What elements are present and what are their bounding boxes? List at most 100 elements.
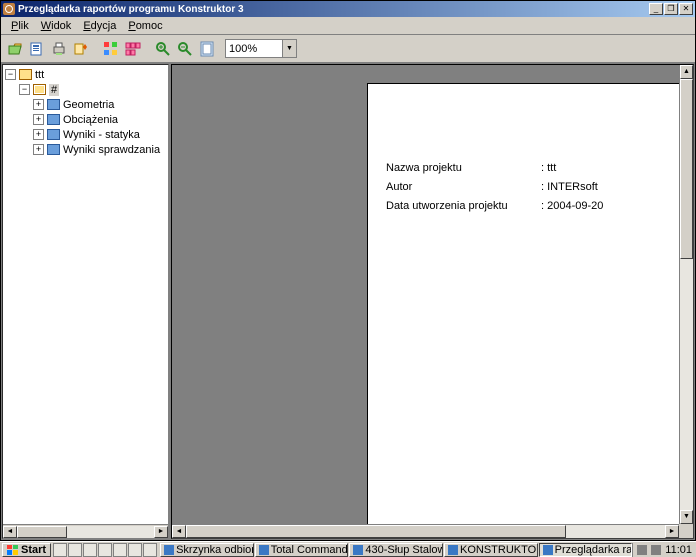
app-icon <box>3 3 15 15</box>
tree-h-scrollbar[interactable]: ◄ ► <box>3 524 168 538</box>
fit-page-button[interactable] <box>197 39 217 59</box>
tree-root[interactable]: − ttt <box>5 67 166 82</box>
task-button-active[interactable]: Przeglądarka raportów ... <box>539 543 633 557</box>
menu-view[interactable]: Widok <box>35 19 78 33</box>
report-value: INTERsoft <box>547 181 598 193</box>
tree-icon <box>103 41 119 57</box>
app-icon <box>353 545 363 555</box>
scroll-thumb[interactable] <box>186 525 566 538</box>
task-label: 430-Słup Stalowy.doc -... <box>365 544 443 556</box>
thumbnails-button[interactable] <box>123 39 143 59</box>
scroll-corner <box>679 524 693 538</box>
toolbar: ▼ <box>1 35 695 63</box>
tree-item[interactable]: + Wyniki - statyka <box>5 127 166 142</box>
task-button[interactable]: KONSTRUKTOR 3.5 - Li... <box>444 543 538 557</box>
quick-launch-item[interactable] <box>128 543 142 557</box>
quick-launch-item[interactable] <box>143 543 157 557</box>
report-value: ttt <box>547 162 556 174</box>
quick-launch-item[interactable] <box>83 543 97 557</box>
print-preview-icon <box>29 41 45 57</box>
task-button[interactable]: Skrzynka odbiorcza - Mi... <box>160 543 254 557</box>
fit-page-icon <box>199 41 215 57</box>
windows-icon <box>7 545 18 555</box>
zoom-in-icon <box>155 41 171 57</box>
maximize-button[interactable]: ❐ <box>664 3 678 15</box>
print-icon <box>51 41 67 57</box>
start-label: Start <box>21 544 46 556</box>
quick-launch-item[interactable] <box>98 543 112 557</box>
task-buttons: Skrzynka odbiorcza - Mi... Total Command… <box>160 543 632 557</box>
print-preview-button[interactable] <box>27 39 47 59</box>
close-button[interactable]: ✕ <box>679 3 693 15</box>
folder-icon <box>19 69 32 80</box>
tree-item-label: Wyniki sprawdzania <box>63 144 160 156</box>
expand-icon[interactable]: + <box>33 114 44 125</box>
expand-icon[interactable]: + <box>33 129 44 140</box>
expand-icon[interactable]: + <box>33 99 44 110</box>
scroll-down-button[interactable]: ▼ <box>680 510 693 524</box>
tray-icon[interactable] <box>651 545 661 555</box>
system-tray: 11:01 <box>632 543 696 557</box>
viewer-v-scrollbar[interactable]: ▲ ▼ <box>679 65 693 524</box>
app-icon <box>164 545 174 555</box>
report-page: Nazwa projektu: ttt Autor: INTERsoft Dat… <box>367 83 693 538</box>
tree-item[interactable]: + Wyniki sprawdzania <box>5 142 166 157</box>
tree-pane: − ttt − # + Geometria + Obciążen <box>2 64 169 539</box>
scroll-track[interactable] <box>186 525 665 538</box>
scroll-right-button[interactable]: ► <box>154 526 168 538</box>
open-button[interactable] <box>5 39 25 59</box>
tray-icon[interactable] <box>637 545 647 555</box>
menu-file[interactable]: Plik <box>5 19 35 33</box>
zoom-in-button[interactable] <box>153 39 173 59</box>
print-button[interactable] <box>49 39 69 59</box>
zoom-out-button[interactable] <box>175 39 195 59</box>
export-icon <box>73 41 89 57</box>
expand-icon[interactable]: + <box>33 144 44 155</box>
quick-launch <box>53 543 157 557</box>
scroll-up-button[interactable]: ▲ <box>680 65 693 79</box>
menu-edit[interactable]: Edycja <box>77 19 122 33</box>
zoom-out-icon <box>177 41 193 57</box>
folder-icon <box>47 129 60 140</box>
export-button[interactable] <box>71 39 91 59</box>
zoom-input[interactable] <box>226 41 282 56</box>
chevron-down-icon: ▼ <box>286 45 293 52</box>
viewer-h-scrollbar[interactable]: ◄ ► <box>172 524 679 538</box>
thumbnails-icon <box>125 41 141 57</box>
titlebar: Przeglądarka raportów programu Konstrukt… <box>1 1 695 17</box>
collapse-icon[interactable]: − <box>5 69 16 80</box>
app-icon <box>448 545 458 555</box>
task-label: Przeglądarka raportów ... <box>555 544 633 556</box>
folder-icon <box>47 144 60 155</box>
report-label: Data utworzenia projektu <box>386 200 541 212</box>
folder-icon <box>47 99 60 110</box>
task-label: Skrzynka odbiorcza - Mi... <box>176 544 254 556</box>
tree-selected[interactable]: − # <box>5 82 166 97</box>
tree-toggle-button[interactable] <box>101 39 121 59</box>
scroll-thumb[interactable] <box>680 79 693 259</box>
tree-item[interactable]: + Obciążenia <box>5 112 166 127</box>
quick-launch-item[interactable] <box>68 543 82 557</box>
scroll-right-button[interactable]: ► <box>665 525 679 538</box>
zoom-combo[interactable]: ▼ <box>225 39 297 58</box>
scroll-left-button[interactable]: ◄ <box>172 525 186 538</box>
task-label: KONSTRUKTOR 3.5 - Li... <box>460 544 538 556</box>
scroll-thumb[interactable] <box>17 526 67 538</box>
scroll-track[interactable] <box>17 526 154 538</box>
app-icon <box>259 545 269 555</box>
quick-launch-item[interactable] <box>53 543 67 557</box>
zoom-dropdown-button[interactable]: ▼ <box>282 40 296 57</box>
quick-launch-item[interactable] <box>113 543 127 557</box>
task-button[interactable]: 430-Słup Stalowy.doc -... <box>349 543 443 557</box>
tree-root-label: ttt <box>35 69 44 81</box>
minimize-button[interactable]: _ <box>649 3 663 15</box>
task-button[interactable]: Total Commander 6.01 ... <box>255 543 349 557</box>
open-icon <box>7 41 23 57</box>
tree-item[interactable]: + Geometria <box>5 97 166 112</box>
tree-item-label: Geometria <box>63 99 114 111</box>
collapse-icon[interactable]: − <box>19 84 30 95</box>
scroll-left-button[interactable]: ◄ <box>3 526 17 538</box>
menu-help[interactable]: Pomoc <box>122 19 168 33</box>
scroll-track[interactable] <box>680 79 693 510</box>
start-button[interactable]: Start <box>2 543 51 557</box>
